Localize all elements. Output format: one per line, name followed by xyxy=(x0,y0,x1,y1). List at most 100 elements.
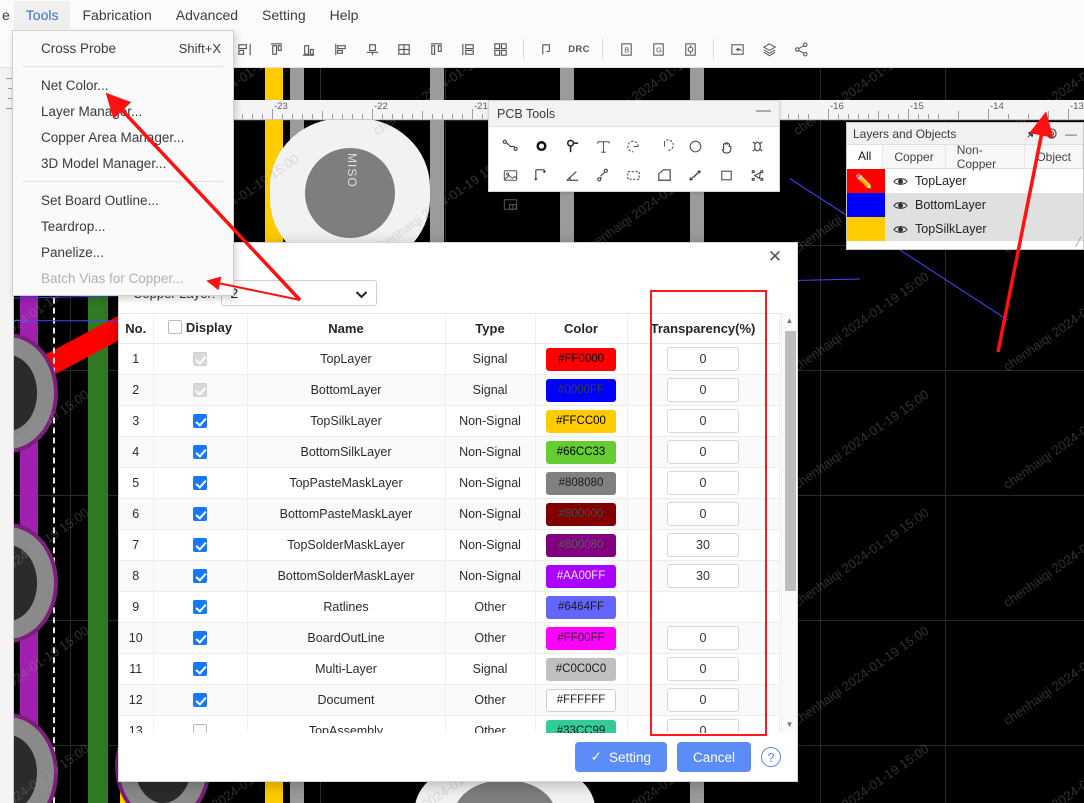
layers-stack-icon[interactable] xyxy=(753,34,785,64)
cell-display[interactable] xyxy=(153,467,248,499)
tab-object[interactable]: Object xyxy=(1025,145,1083,168)
display-checkbox[interactable] xyxy=(193,538,207,553)
copper-area-icon[interactable] xyxy=(650,161,680,189)
group-icon[interactable] xyxy=(742,161,772,189)
cell-color[interactable]: #AA00FF xyxy=(535,560,628,592)
layer-color-swatch[interactable]: ✏️ xyxy=(847,169,885,193)
color-swatch[interactable]: #0000FF xyxy=(546,378,616,402)
via-icon[interactable] xyxy=(527,132,557,160)
menu-layer-manager[interactable]: Layer Manager... xyxy=(13,98,233,124)
minimize-icon[interactable]: — xyxy=(756,103,771,122)
cell-display[interactable] xyxy=(153,560,248,592)
cell-transparency[interactable] xyxy=(627,622,780,654)
polyline-icon[interactable] xyxy=(527,161,557,189)
layer-color-swatch[interactable] xyxy=(847,217,885,241)
arrange-grid-icon[interactable] xyxy=(484,34,516,64)
menu-net-color[interactable]: Net Color... xyxy=(13,72,233,98)
cell-color[interactable]: #FF0000 xyxy=(535,343,628,375)
transparency-input[interactable] xyxy=(667,626,739,650)
transparency-input[interactable] xyxy=(667,502,739,526)
color-swatch[interactable]: #6464FF xyxy=(546,595,616,619)
table-row[interactable]: 8 BottomSolderMaskLayer Non-Signal #AA00FF xyxy=(119,560,780,592)
menu-copper-area-manager[interactable]: Copper Area Manager... xyxy=(13,124,233,150)
table-row[interactable]: 5 TopPasteMaskLayer Non-Signal #808080 xyxy=(119,467,780,499)
drc-icon[interactable]: DRC xyxy=(563,34,595,64)
transparency-input[interactable] xyxy=(667,471,739,495)
cell-color[interactable]: #FFFFFF xyxy=(535,684,628,716)
setting-button[interactable]: ✓ Setting xyxy=(574,742,667,772)
table-row[interactable]: 6 BottomPasteMaskLayer Non-Signal #800000 xyxy=(119,498,780,530)
transparency-input[interactable] xyxy=(667,533,739,557)
arc-3point-icon[interactable] xyxy=(619,132,649,160)
layer-row-bottomlayer[interactable]: BottomLayer xyxy=(847,193,1083,217)
copper-layer-select[interactable]: 12468 xyxy=(221,280,378,306)
layer-manager-dialog[interactable]: ✕ Copper Layer: 12468 No. Displ xyxy=(118,242,798,782)
image-icon[interactable] xyxy=(496,161,526,189)
cell-color[interactable]: #FFCC00 xyxy=(535,405,628,437)
menu-panelize[interactable]: Panelize... xyxy=(13,239,233,265)
layer-row-topsilklayer[interactable]: TopSilkLayer xyxy=(847,217,1083,241)
tools-dropdown-menu[interactable]: Cross Probe Shift+X Net Color... Layer M… xyxy=(12,30,234,296)
table-row[interactable]: 2 BottomLayer Signal #0000FF xyxy=(119,374,780,406)
menu-item-fabrication[interactable]: Fabrication xyxy=(70,1,163,29)
close-icon[interactable]: ✕ xyxy=(765,248,785,266)
display-checkbox[interactable] xyxy=(193,445,207,460)
color-swatch[interactable]: #FF0000 xyxy=(546,347,616,371)
circle-icon[interactable] xyxy=(681,132,711,160)
menu-teardrop[interactable]: Teardrop... xyxy=(13,213,233,239)
menu-3d-model-manager[interactable]: 3D Model Manager... xyxy=(13,150,233,176)
scroll-up-arrow[interactable]: ▲ xyxy=(782,313,797,327)
cell-transparency[interactable] xyxy=(627,560,780,592)
tab-all[interactable]: All xyxy=(847,145,884,169)
panel-icon[interactable] xyxy=(496,190,526,218)
pin-icon[interactable] xyxy=(1025,127,1038,140)
display-checkbox[interactable] xyxy=(193,693,207,708)
table-scrollbar[interactable]: ▲ ▼ xyxy=(781,313,797,733)
menu-item-advanced[interactable]: Advanced xyxy=(164,1,250,29)
table-row[interactable]: 9 Ratlines Other #6464FF xyxy=(119,591,780,623)
pad-icon[interactable] xyxy=(558,132,588,160)
table-row[interactable]: 11 Multi-Layer Signal #C0C0C0 xyxy=(119,653,780,685)
hole-icon[interactable] xyxy=(742,132,772,160)
cell-display[interactable] xyxy=(153,405,248,437)
display-all-checkbox[interactable] xyxy=(167,320,182,335)
route-icon[interactable] xyxy=(531,34,563,64)
tab-non-copper[interactable]: Non-Copper xyxy=(946,143,1026,171)
arc-center-icon[interactable] xyxy=(650,132,680,160)
eye-icon[interactable] xyxy=(885,224,915,235)
polygon-point-icon[interactable] xyxy=(588,161,618,189)
cell-transparency[interactable] xyxy=(627,684,780,716)
transparency-input[interactable] xyxy=(667,440,739,464)
display-checkbox[interactable] xyxy=(193,476,207,491)
table-row[interactable]: 13 TopAssembly Other #33CC99 xyxy=(119,715,780,733)
pick-place-icon[interactable] xyxy=(674,34,706,64)
color-swatch[interactable]: #33CC99 xyxy=(546,719,616,733)
cell-transparency[interactable] xyxy=(627,529,780,561)
transparency-input[interactable] xyxy=(667,719,739,733)
align-bottom-icon[interactable] xyxy=(292,34,324,64)
display-checkbox[interactable] xyxy=(193,507,207,522)
cell-transparency[interactable] xyxy=(627,374,780,406)
layers-and-objects-panel[interactable]: Layers and Objects — All Copper Non-Copp… xyxy=(846,122,1084,250)
transparency-input[interactable] xyxy=(667,657,739,681)
cell-display[interactable] xyxy=(153,498,248,530)
color-swatch[interactable]: #FF00FF xyxy=(546,626,616,650)
cell-color[interactable]: #66CC33 xyxy=(535,436,628,468)
cell-display[interactable] xyxy=(153,436,248,468)
layer-color-swatch[interactable] xyxy=(847,193,885,217)
track-icon[interactable] xyxy=(496,132,526,160)
cell-display[interactable] xyxy=(153,622,248,654)
help-icon[interactable]: ? xyxy=(761,747,781,767)
cell-color[interactable]: #800000 xyxy=(535,498,628,530)
transparency-input[interactable] xyxy=(667,378,739,402)
pcb-tools-panel[interactable]: PCB Tools — xyxy=(488,100,780,210)
color-swatch[interactable]: #800000 xyxy=(546,502,616,526)
cell-color[interactable]: #800080 xyxy=(535,529,628,561)
menu-item-setting[interactable]: Setting xyxy=(250,1,318,29)
text-icon[interactable] xyxy=(588,132,618,160)
align-center-h-icon[interactable] xyxy=(324,34,356,64)
display-checkbox[interactable] xyxy=(193,600,207,615)
color-swatch[interactable]: #FFCC00 xyxy=(546,409,616,433)
table-row[interactable]: 4 BottomSilkLayer Non-Signal #66CC33 xyxy=(119,436,780,468)
transparency-input[interactable] xyxy=(667,564,739,588)
